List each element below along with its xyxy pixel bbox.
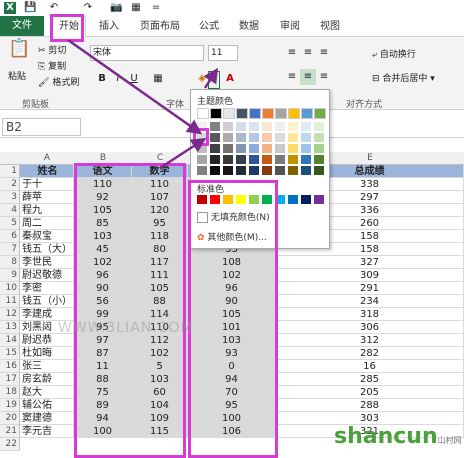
- arrow-home-to-palette: [67, 38, 203, 135]
- watermark: WWW.3LIAN.COM: [58, 320, 194, 336]
- arrow-selection-to-palette: [159, 137, 207, 170]
- annotation-arrows: [67, 38, 219, 170]
- arrow-to-fill-dropdown: [203, 67, 219, 89]
- site-logo: shancun山村网: [334, 424, 462, 449]
